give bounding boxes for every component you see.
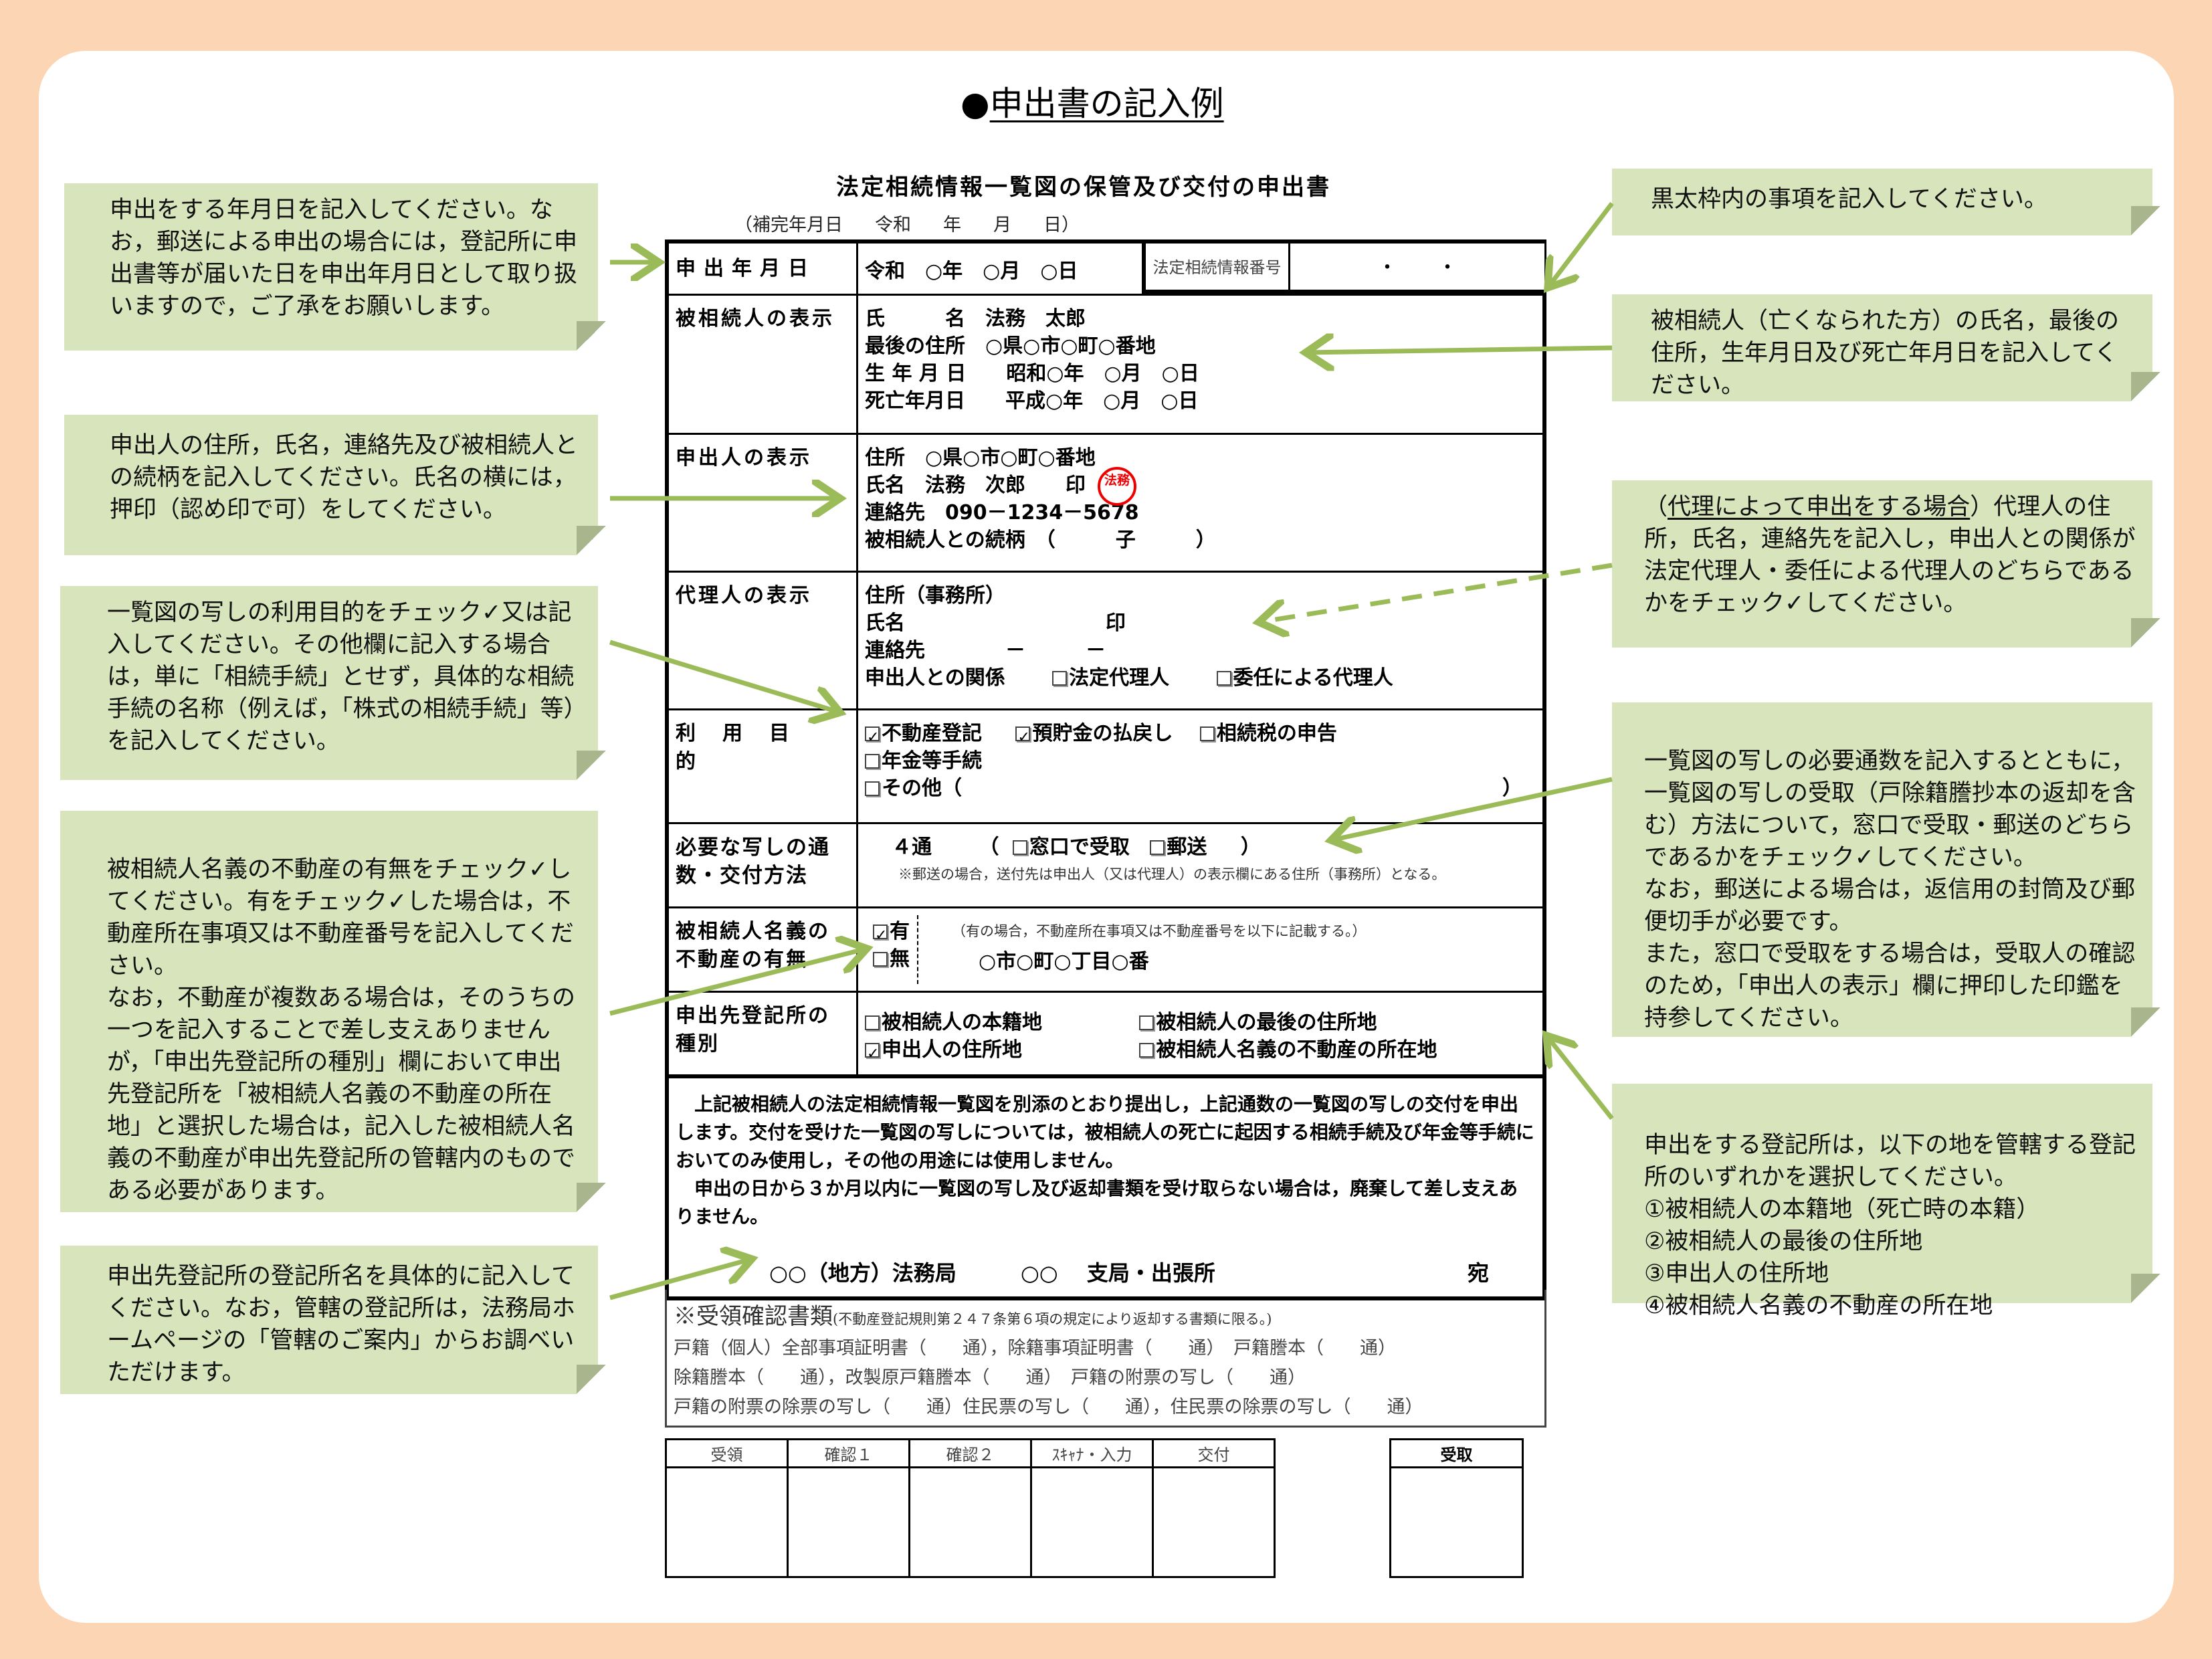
- copies-field: ４通 （ 窓口で受取 郵送 ） ※郵送の場合，送付先は申出人（又は代理人）の表示…: [858, 824, 1542, 906]
- property-label: 被相続人名義の不動産の有無: [669, 908, 858, 991]
- checkbox-legal-agent[interactable]: 法定代理人: [1052, 666, 1169, 690]
- row-copies: 必要な写しの通数・交付方法 ４通 （ 窓口で受取 郵送 ） ※郵送の場合，送付先…: [665, 824, 1546, 908]
- checkbox-checked-icon[interactable]: [1015, 724, 1031, 751]
- checkbox-last-address[interactable]: 被相続人の最後の住所地: [1139, 1011, 1377, 1034]
- checkbox-property-no[interactable]: 無: [873, 945, 910, 973]
- decedent-label: 被相続人の表示: [669, 296, 858, 433]
- declaration: 上記被相続人の法定相続情報一覧図を別添のとおり提出し，上記通数の一覧図の写しの交…: [665, 1078, 1546, 1300]
- row-applicant: 申出人の表示 住所 ○県○市○町○番地 氏名 法務 次郎 印 連絡先 090－1…: [665, 435, 1546, 573]
- checkbox-checked-icon[interactable]: [865, 724, 880, 751]
- property-location[interactable]: ○市○町○丁目○番: [952, 948, 1367, 975]
- checkbox-icon[interactable]: [1139, 1043, 1154, 1058]
- checkbox-icon[interactable]: [1216, 671, 1231, 686]
- application-date-field[interactable]: 令和 ○年 ○月 ○日: [858, 243, 1146, 294]
- callout-thick-frame: 黒太枠内の事項を記入してください。: [1612, 163, 2160, 235]
- checkbox-icon[interactable]: [1052, 671, 1068, 686]
- checkbox-icon[interactable]: [1012, 840, 1027, 855]
- callout-decedent: 被相続人（亡くなられた方）の氏名，最後の住所，生年月日及び死亡年月日を記入してく…: [1612, 288, 2160, 401]
- application-form: 申出年月日 令和 ○年 ○月 ○日 法定相続情報番号 ・ ・ 被相続人の表示 氏…: [665, 239, 1546, 1300]
- receipt-table: 受取: [1389, 1438, 1524, 1578]
- callout-purpose: 一覧図の写しの利用目的をチェック✓又は記入してください。その他欄に記入する場合は…: [60, 580, 606, 780]
- row-decedent: 被相続人の表示 氏 名 法務 太郎 最後の住所 ○県○市○町○番地 生 年 月 …: [665, 296, 1546, 435]
- property-field: 有 無 （有の場合，不動産所在事項又は不動産番号を以下に記載する。） ○市○町○…: [858, 908, 1542, 991]
- info-number-label: 法定相続情報番号: [1146, 239, 1290, 294]
- supplement-date: （補完年月日 令和年月日）: [734, 215, 1080, 235]
- checkbox-mail[interactable]: 郵送: [1150, 836, 1207, 859]
- checkbox-icon[interactable]: [865, 754, 880, 769]
- purpose-field: 不動産登記 預貯金の払戻し 相続税の申告 年金等手続 その他（）: [858, 710, 1542, 822]
- checkbox-icon[interactable]: [873, 952, 888, 967]
- row-purpose: 利用目的 不動産登記 預貯金の払戻し 相続税の申告 年金等手続 その他（）: [665, 710, 1546, 824]
- receipt-documents: ※受領確認書類(不動産登記規則第２４７条第６項の規定により返却する書類に限る。)…: [665, 1290, 1546, 1428]
- checkbox-real-estate[interactable]: 不動産登記: [865, 722, 982, 751]
- checkbox-icon[interactable]: [865, 1015, 880, 1030]
- checkbox-property-yes[interactable]: 有: [873, 918, 910, 949]
- row-application-date: 申出年月日 令和 ○年 ○月 ○日 法定相続情報番号 ・ ・: [665, 239, 1546, 296]
- checkbox-other[interactable]: その他（）: [865, 775, 1536, 802]
- checkbox-icon[interactable]: [1150, 840, 1165, 855]
- applicant-label: 申出人の表示: [669, 435, 858, 571]
- checkbox-deposit[interactable]: 預貯金の払戻し: [1015, 722, 1173, 751]
- checkbox-icon[interactable]: [865, 781, 880, 796]
- copies-count[interactable]: ４通: [892, 836, 932, 859]
- office-type-label: 申出先登記所の種別: [669, 993, 858, 1074]
- applicant-field[interactable]: 住所 ○県○市○町○番地 氏名 法務 次郎 印 連絡先 090－1234－567…: [858, 435, 1542, 571]
- callout-copies: 一覧図の写しの必要通数を記入するとともに，一覧図の写しの受取（戸除籍謄抄本の返却…: [1612, 696, 2160, 1037]
- checkbox-icon[interactable]: [1199, 726, 1215, 741]
- checkbox-property-location[interactable]: 被相続人名義の不動産の所在地: [1139, 1038, 1437, 1062]
- checkbox-checked-icon[interactable]: [865, 1040, 880, 1068]
- checkbox-pension[interactable]: 年金等手続: [865, 747, 1536, 775]
- checkbox-tax[interactable]: 相続税の申告: [1199, 722, 1337, 745]
- row-agent: 代理人の表示 住所（事務所） 氏名 印 連絡先 － － 申出人との関係 法定代理…: [665, 573, 1546, 710]
- addressee-office[interactable]: ○○（地方）法務局 ○○ 支局・出張所: [769, 1259, 1215, 1287]
- dashed-separator: [917, 915, 918, 984]
- checkbox-delegated-agent[interactable]: 委任による代理人: [1216, 666, 1393, 690]
- checkbox-checked-icon[interactable]: [873, 922, 888, 949]
- agent-label: 代理人の表示: [669, 573, 858, 708]
- form-title: 法定相続情報一覧図の保管及び交付の申出書: [836, 174, 1331, 201]
- purpose-label: 利用目的: [669, 710, 858, 822]
- agent-field[interactable]: 住所（事務所） 氏名 印 連絡先 － － 申出人との関係 法定代理人 委任による…: [858, 573, 1542, 708]
- office-type-field: 被相続人の本籍地 被相続人の最後の住所地 申出人の住所地 被相続人名義の不動産の…: [858, 993, 1542, 1074]
- bullet-icon: ●: [961, 84, 990, 123]
- checkbox-icon[interactable]: [1139, 1015, 1154, 1030]
- application-date-label: 申出年月日: [669, 243, 858, 294]
- callout-agent: （代理によって申出をする場合）代理人の住所，氏名，連絡先を記入し，申出人との関係…: [1612, 474, 2160, 648]
- office-use-table: 受領 確認１ 確認２ ｽｷｬﾅ・入力 交付: [665, 1438, 1276, 1578]
- callout-office-name: 申出先登記所の登記所名を具体的に記入してください。なお，管轄の登記所は，法務局ホ…: [60, 1240, 606, 1394]
- checkbox-domicile[interactable]: 被相続人の本籍地: [865, 1009, 1132, 1036]
- seal-stamp-icon: 法務: [1098, 467, 1136, 506]
- callout-property: 被相続人名義の不動産の有無をチェック✓してください。有をチェック✓した場合は，不…: [60, 805, 606, 1212]
- page-title: ●申出書の記入例: [961, 80, 1224, 127]
- info-number-field[interactable]: ・ ・: [1290, 239, 1546, 294]
- callout-office-type: 申出をする登記所は，以下の地を管轄する登記所のいずれかを選択してください。 ①被…: [1612, 1078, 2160, 1319]
- copies-label: 必要な写しの通数・交付方法: [669, 824, 858, 906]
- mail-note: ※郵送の場合，送付先は申出人（又は代理人）の表示欄にある住所（事務所）となる。: [898, 866, 1446, 882]
- decedent-field[interactable]: 氏 名 法務 太郎 最後の住所 ○県○市○町○番地 生 年 月 日 昭和○年 ○…: [858, 296, 1542, 433]
- row-office-type: 申出先登記所の種別 被相続人の本籍地 被相続人の最後の住所地 申出人の住所地 被…: [665, 993, 1546, 1078]
- checkbox-counter[interactable]: 窓口で受取: [1012, 836, 1130, 859]
- callout-applicant: 申出人の住所，氏名，連絡先及び被相続人との続柄を記入してください。氏名の横には，…: [64, 409, 606, 555]
- callout-application-date: 申出をする年月日を記入してください。なお，郵送による申出の場合には，登記所に申出…: [64, 177, 606, 351]
- row-property: 被相続人名義の不動産の有無 有 無 （有の場合，不動産所在事項又は不動産番号を以…: [665, 908, 1546, 993]
- checkbox-applicant-address[interactable]: 申出人の住所地: [865, 1036, 1132, 1068]
